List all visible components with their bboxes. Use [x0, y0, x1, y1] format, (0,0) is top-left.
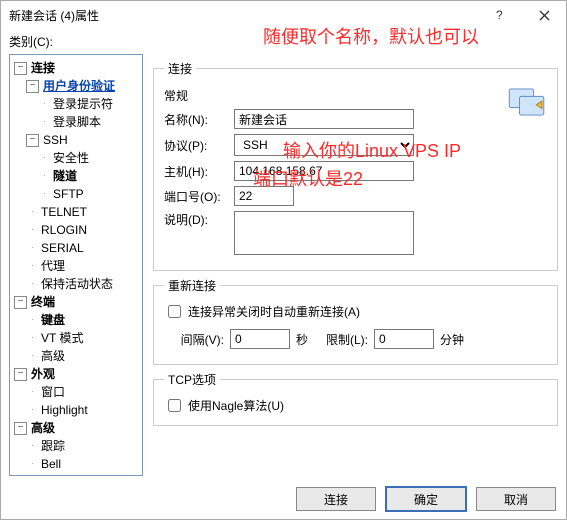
group-tcp: TCP选项 使用Nagle算法(U) — [153, 371, 558, 426]
dialog-footer: 连接 确定 取消 — [296, 487, 556, 511]
tree-trace[interactable]: 跟踪 — [39, 437, 67, 455]
group-reconnect: 重新连接 连接异常关闭时自动重新连接(A) 间隔(V): 秒 限制(L): 分钟 — [153, 277, 558, 365]
tree-sftp[interactable]: SFTP — [51, 185, 86, 203]
name-label: 名称(N): — [164, 111, 234, 128]
auto-reconnect-checkbox[interactable] — [168, 305, 181, 318]
description-input[interactable] — [234, 211, 414, 255]
nagle-checkbox[interactable] — [168, 399, 181, 412]
collapse-icon[interactable]: − — [26, 80, 39, 93]
host-label: 主机(H): — [164, 163, 234, 180]
group-connection: 连接 常规 名称(N): 协议(P): SSH — [153, 60, 558, 271]
limit-label: 限制(L): — [326, 331, 368, 348]
dialog-window: 新建会话 (4)属性 ? 类别(C): −连接 −用户身份验证 ·登录提示符 ·… — [0, 0, 567, 520]
tree-login-prompt[interactable]: 登录提示符 — [51, 95, 115, 113]
group-tcp-legend: TCP选项 — [164, 371, 220, 388]
tree-advanced[interactable]: 高级 — [29, 419, 57, 437]
group-reconnect-legend: 重新连接 — [164, 277, 220, 294]
tree-login-script[interactable]: 登录脚本 — [51, 113, 103, 131]
collapse-icon[interactable]: − — [14, 296, 27, 309]
ssh-terminal-icon — [508, 88, 546, 116]
tree-logging[interactable]: 日志记录 — [39, 473, 91, 476]
titlebar: 新建会话 (4)属性 ? — [1, 1, 566, 29]
group-connection-legend: 连接 — [164, 60, 196, 77]
collapse-icon[interactable]: − — [14, 368, 27, 381]
interval-input[interactable] — [230, 329, 290, 349]
category-tree[interactable]: −连接 −用户身份验证 ·登录提示符 ·登录脚本 −SSH ·安全性 ·隧道 ·… — [9, 54, 143, 476]
port-input[interactable] — [234, 186, 294, 206]
svg-text:?: ? — [496, 9, 503, 21]
tree-rlogin[interactable]: RLOGIN — [39, 221, 89, 239]
subgroup-general-label: 常规 — [164, 87, 547, 104]
protocol-select[interactable]: SSH — [234, 134, 414, 156]
tree-appearance[interactable]: 外观 — [29, 365, 57, 383]
tree-auth[interactable]: 用户身份验证 — [41, 77, 117, 95]
name-input[interactable] — [234, 109, 414, 129]
tree-terminal[interactable]: 终端 — [29, 293, 57, 311]
nagle-label: 使用Nagle算法(U) — [188, 397, 284, 414]
tree-connection[interactable]: 连接 — [29, 59, 57, 77]
tree-telnet[interactable]: TELNET — [39, 203, 89, 221]
tree-security[interactable]: 安全性 — [51, 149, 91, 167]
tree-serial[interactable]: SERIAL — [39, 239, 86, 257]
tree-keepalive[interactable]: 保持活动状态 — [39, 275, 115, 293]
ok-button[interactable]: 确定 — [386, 487, 466, 511]
connect-button[interactable]: 连接 — [296, 487, 376, 511]
interval-label: 间隔(V): — [164, 331, 224, 348]
close-icon[interactable] — [522, 1, 566, 29]
tree-keyboard[interactable]: 键盘 — [39, 311, 67, 329]
help-icon[interactable]: ? — [478, 1, 522, 29]
settings-panel: 连接 常规 名称(N): 协议(P): SSH — [143, 54, 558, 484]
description-label: 说明(D): — [164, 211, 234, 228]
tree-tunnel[interactable]: 隧道 — [51, 167, 79, 185]
tree-window[interactable]: 窗口 — [39, 383, 67, 401]
collapse-icon[interactable]: − — [14, 422, 27, 435]
seconds-label: 秒 — [296, 331, 308, 348]
port-label: 端口号(O): — [164, 188, 234, 205]
category-label: 类别(C): — [1, 29, 566, 52]
protocol-label: 协议(P): — [164, 137, 234, 154]
tree-highlight[interactable]: Highlight — [39, 401, 90, 419]
minutes-label: 分钟 — [440, 331, 464, 348]
collapse-icon[interactable]: − — [26, 134, 39, 147]
collapse-icon[interactable]: − — [14, 62, 27, 75]
tree-vt[interactable]: VT 模式 — [39, 329, 85, 347]
host-input[interactable] — [234, 161, 414, 181]
cancel-button[interactable]: 取消 — [476, 487, 556, 511]
tree-proxy[interactable]: 代理 — [39, 257, 67, 275]
limit-input[interactable] — [374, 329, 434, 349]
window-title: 新建会话 (4)属性 — [9, 7, 99, 24]
auto-reconnect-label: 连接异常关闭时自动重新连接(A) — [188, 303, 360, 320]
tree-advanced-term[interactable]: 高级 — [39, 347, 67, 365]
tree-bell[interactable]: Bell — [39, 455, 63, 473]
tree-ssh[interactable]: SSH — [41, 131, 70, 149]
